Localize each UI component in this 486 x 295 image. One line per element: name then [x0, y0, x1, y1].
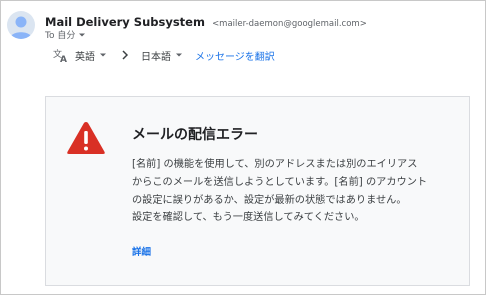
- error-title: メールの配信エラー: [132, 127, 258, 143]
- source-language-select[interactable]: 英語: [75, 48, 107, 63]
- target-language-label: 日本語: [141, 51, 171, 63]
- recipient-label: To 自分: [45, 31, 76, 41]
- source-language-label: 英語: [75, 51, 95, 63]
- recipient-dropdown[interactable]: To 自分: [45, 28, 86, 41]
- chevron-down-icon: [79, 33, 86, 36]
- sender-email: <mailer-daemon@googlemail.com>: [212, 19, 367, 29]
- sender-line: Mail Delivery Subsystem <mailer-daemon@g…: [45, 11, 367, 30]
- error-description-line: からこのメールを送信しようとしています。[名前] のアカウント: [132, 176, 428, 188]
- svg-text:A: A: [60, 55, 67, 63]
- warning-icon: [67, 122, 105, 154]
- chevron-right-icon: [122, 50, 129, 60]
- message-header: Mail Delivery Subsystem <mailer-daemon@g…: [7, 7, 479, 41]
- delivery-error-card: メールの配信エラー [名前] の機能を使用して、別のアドレスまたは別のエイリアス…: [45, 96, 470, 286]
- details-link[interactable]: 詳細: [132, 244, 151, 258]
- chevron-down-icon: [100, 53, 106, 57]
- translate-icon: 文 A: [53, 48, 67, 63]
- translate-message-link[interactable]: メッセージを翻訳: [195, 48, 275, 63]
- error-description: [名前] の機能を使用して、別のアドレスまたは別のエイリアス からこのメールを送…: [132, 156, 462, 227]
- error-description-line: の設定に誤りがあるか、設定が最新の状態ではありません。: [132, 194, 407, 206]
- sender-avatar[interactable]: [7, 11, 35, 39]
- translation-bar: 文 A 英語 日本語 メッセージを翻訳: [53, 45, 275, 65]
- email-view: Mail Delivery Subsystem <mailer-daemon@g…: [0, 0, 486, 295]
- error-description-line: [名前] の機能を使用して、別のアドレスまたは別のエイリアス: [132, 159, 418, 170]
- avatar-icon: [10, 16, 32, 39]
- sender-name[interactable]: Mail Delivery Subsystem: [45, 15, 205, 29]
- target-language-select[interactable]: 日本語: [141, 48, 183, 63]
- chevron-down-icon: [176, 53, 182, 57]
- error-description-line: 設定を確認して、もう一度送信してみてください。: [132, 212, 365, 224]
